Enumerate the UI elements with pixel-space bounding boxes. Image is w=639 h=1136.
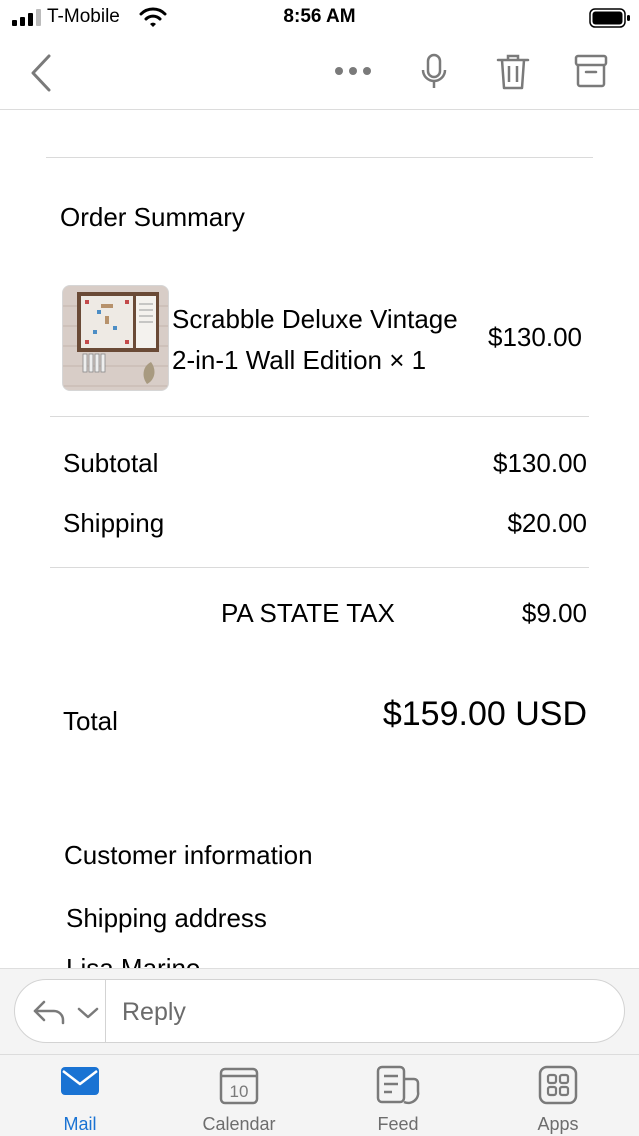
tab-mail[interactable]: Mail	[0, 1055, 160, 1136]
chevron-down-icon[interactable]	[77, 1006, 99, 1025]
status-bar: T-Mobile 8:56 AM	[0, 0, 639, 36]
product-name: Scrabble Deluxe Vintage 2-in-1 Wall Edit…	[172, 304, 458, 375]
calendar-icon: 10	[159, 1065, 319, 1105]
tax-label: PA STATE TAX	[221, 598, 395, 628]
tax-value: $9.00	[521, 598, 587, 628]
message-toolbar	[0, 36, 639, 110]
tab-bar: Mail 10 Calendar Feed Apps	[0, 1054, 639, 1136]
clock: 8:56 AM	[283, 6, 356, 27]
mail-icon	[0, 1065, 160, 1097]
shipping-value: $20.00	[507, 508, 587, 538]
tab-apps[interactable]: Apps	[478, 1055, 638, 1136]
total-label: Total	[63, 706, 118, 736]
customer-information-title: Customer information	[64, 840, 313, 870]
total-value: $159.00 USD	[382, 695, 587, 733]
product-image	[62, 285, 169, 391]
feed-icon	[318, 1065, 478, 1105]
more-icon[interactable]	[334, 66, 372, 76]
product-price: $130.00	[488, 322, 582, 352]
back-chevron-icon[interactable]	[28, 53, 54, 93]
divider	[50, 567, 589, 568]
tab-feed[interactable]: Feed	[318, 1055, 478, 1136]
subtotal-label: Subtotal	[63, 448, 159, 478]
divider	[105, 980, 106, 1042]
reply-bar: Reply	[0, 968, 639, 1054]
tab-calendar[interactable]: 10 Calendar	[159, 1055, 319, 1136]
battery-icon	[589, 8, 631, 28]
order-summary-title: Order Summary	[60, 202, 245, 232]
reply-pill: Reply	[14, 979, 625, 1043]
tab-label: Feed	[377, 1114, 419, 1134]
subtotal-value: $130.00	[493, 448, 587, 478]
tab-label: Mail	[63, 1114, 97, 1134]
apps-icon	[478, 1065, 638, 1105]
tab-label: Apps	[537, 1114, 579, 1134]
shipping-label: Shipping	[63, 508, 165, 538]
shipping-address-title: Shipping address	[66, 903, 267, 933]
trash-icon[interactable]	[496, 53, 530, 91]
archive-icon[interactable]	[574, 53, 608, 89]
divider	[50, 416, 589, 417]
divider	[46, 157, 593, 158]
shipping-address-name: Lisa Marino	[66, 953, 201, 968]
reply-input[interactable]: Reply	[122, 998, 186, 1027]
microphone-icon[interactable]	[420, 53, 448, 91]
message-body[interactable]: Order Summary Scrabble Deluxe Vintage 2-…	[0, 110, 639, 968]
calendar-badge: 10	[230, 1082, 249, 1101]
reply-arrow-icon[interactable]	[32, 999, 66, 1030]
tab-label: Calendar	[202, 1114, 276, 1134]
